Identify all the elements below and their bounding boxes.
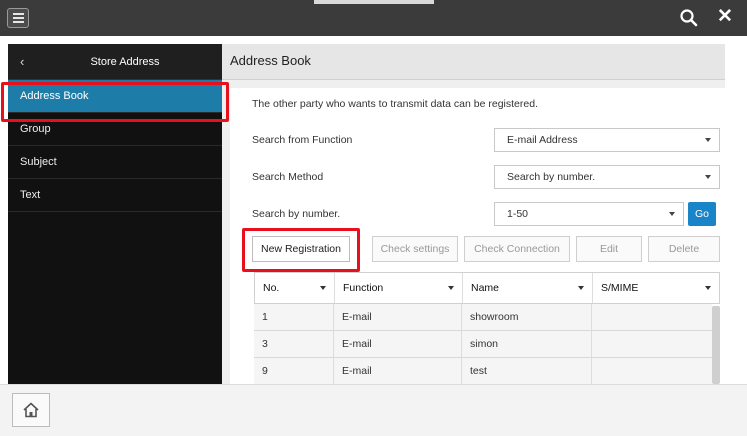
column-header-label: No.: [263, 282, 280, 294]
sidebar-header: ‹ Store Address: [8, 44, 222, 80]
home-icon: [23, 402, 39, 418]
search-from-function-select[interactable]: E-mail Address: [494, 128, 720, 152]
cell-smime: [592, 304, 712, 330]
cell-smime: [592, 358, 712, 384]
column-header-label: Function: [343, 282, 384, 294]
cell-name: test: [462, 358, 592, 384]
column-header-label: Name: [471, 282, 500, 294]
chevron-down-icon: [320, 286, 326, 290]
chevron-down-icon: [669, 212, 675, 216]
top-bar: ✕: [0, 0, 747, 36]
chevron-down-icon: [705, 138, 711, 142]
cell-no: 3: [254, 331, 334, 357]
search-from-function-value: E-mail Address: [507, 134, 578, 146]
table-header: No. Function Name S/MIME: [254, 272, 720, 304]
sidebar-item-text[interactable]: Text: [8, 179, 222, 212]
page-title: Address Book: [222, 44, 725, 80]
top-center-tab: [314, 0, 434, 4]
chevron-down-icon: [448, 286, 454, 290]
table-row[interactable]: 9 E-mail test: [254, 358, 712, 385]
hamburger-icon[interactable]: [7, 8, 29, 28]
delete-button[interactable]: Delete: [648, 236, 720, 262]
table-row[interactable]: 3 E-mail simon: [254, 331, 712, 358]
column-header-function[interactable]: Function: [335, 273, 463, 303]
column-header-label: S/MIME: [601, 282, 639, 294]
chevron-down-icon: [578, 286, 584, 290]
close-icon[interactable]: ✕: [714, 6, 736, 28]
chevron-left-icon[interactable]: ‹: [20, 54, 24, 69]
sidebar-title: Store Address: [90, 56, 160, 68]
number-range-select[interactable]: 1-50: [494, 202, 684, 226]
edit-button[interactable]: Edit: [576, 236, 642, 262]
sidebar-item-address-book[interactable]: Address Book: [8, 80, 222, 113]
cell-name: showroom: [462, 304, 592, 330]
search-method-select[interactable]: Search by number.: [494, 165, 720, 189]
chevron-down-icon: [705, 175, 711, 179]
cell-name: simon: [462, 331, 592, 357]
sidebar-item-group[interactable]: Group: [8, 113, 222, 146]
column-header-no[interactable]: No.: [255, 273, 335, 303]
cell-function: E-mail: [334, 304, 462, 330]
bottom-bar: [0, 384, 747, 436]
table-scrollbar[interactable]: [712, 306, 720, 384]
cell-function: E-mail: [334, 358, 462, 384]
check-connection-button[interactable]: Check Connection: [464, 236, 570, 262]
search-from-function-label: Search from Function: [252, 134, 353, 146]
cell-no: 9: [254, 358, 334, 384]
column-header-smime[interactable]: S/MIME: [593, 273, 719, 303]
new-registration-button[interactable]: New Registration: [252, 236, 350, 262]
search-icon[interactable]: [679, 8, 701, 28]
number-range-value: 1-50: [507, 208, 529, 220]
search-by-number-label: Search by number.: [252, 208, 341, 220]
home-button[interactable]: [12, 393, 50, 427]
description-text: The other party who wants to transmit da…: [252, 98, 538, 110]
table-row[interactable]: 1 E-mail showroom: [254, 304, 712, 331]
column-header-name[interactable]: Name: [463, 273, 593, 303]
cell-function: E-mail: [334, 331, 462, 357]
search-method-label: Search Method: [252, 171, 324, 183]
chevron-down-icon: [705, 286, 711, 290]
sidebar-item-subject[interactable]: Subject: [8, 146, 222, 179]
go-button[interactable]: Go: [688, 202, 716, 226]
check-settings-button[interactable]: Check settings: [372, 236, 458, 262]
cell-no: 1: [254, 304, 334, 330]
sidebar: ‹ Store Address Address Book Group Subje…: [8, 44, 222, 384]
cell-smime: [592, 331, 712, 357]
search-method-value: Search by number.: [507, 171, 596, 183]
